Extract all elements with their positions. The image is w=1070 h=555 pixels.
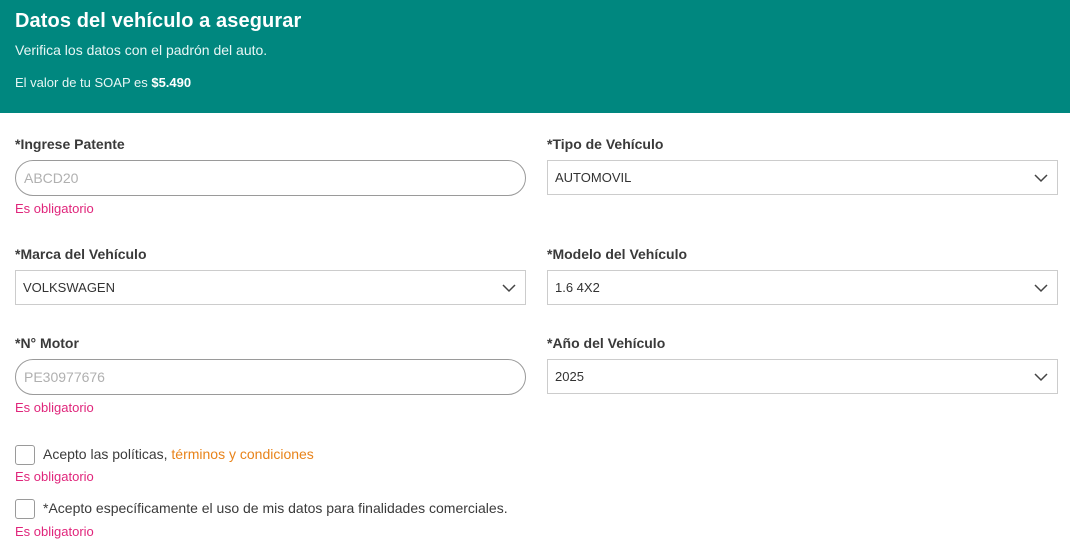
anio-selected-value: 2025	[555, 369, 584, 384]
comerciales-error: Es obligatorio	[15, 524, 94, 539]
anio-select[interactable]: 2025	[547, 359, 1058, 394]
patente-label: *Ingrese Patente	[15, 136, 125, 152]
chevron-down-icon	[1034, 283, 1048, 292]
chevron-down-icon	[1034, 372, 1048, 381]
politicas-label: Acepto las políticas, términos y condici…	[43, 446, 314, 462]
chevron-down-icon	[1034, 173, 1048, 182]
marca-selected-value: VOLKSWAGEN	[23, 280, 115, 295]
comerciales-checkbox[interactable]	[15, 499, 35, 519]
marca-select[interactable]: VOLKSWAGEN	[15, 270, 526, 305]
modelo-label: *Modelo del Vehículo	[547, 246, 688, 262]
patente-input[interactable]	[15, 160, 526, 196]
soap-price-prefix: El valor de tu SOAP es	[15, 75, 148, 90]
modelo-selected-value: 1.6 4X2	[555, 280, 600, 295]
motor-label: *N° Motor	[15, 335, 79, 351]
motor-error: Es obligatorio	[15, 400, 94, 415]
tipo-selected-value: AUTOMOVIL	[555, 170, 632, 185]
terminos-link[interactable]: términos y condiciones	[171, 446, 313, 462]
modelo-select[interactable]: 1.6 4X2	[547, 270, 1058, 305]
patente-error: Es obligatorio	[15, 201, 94, 216]
page-subtitle: Verifica los datos con el padrón del aut…	[15, 42, 268, 58]
politicas-checkbox[interactable]	[15, 445, 35, 465]
motor-input[interactable]	[15, 359, 526, 395]
chevron-down-icon	[502, 283, 516, 292]
anio-label: *Año del Vehículo	[547, 335, 666, 351]
politicas-text: Acepto las políticas,	[43, 446, 168, 462]
soap-price-text: El valor de tu SOAP es $5.490	[15, 75, 191, 90]
page-title: Datos del vehículo a asegurar	[15, 10, 302, 32]
soap-price-value: $5.490	[151, 75, 192, 90]
politicas-error: Es obligatorio	[15, 469, 94, 484]
header-banner: Datos del vehículo a asegurar Verifica l…	[0, 0, 1070, 113]
comerciales-label: *Acepto específicamente el uso de mis da…	[43, 500, 508, 516]
tipo-label: *Tipo de Vehículo	[547, 136, 664, 152]
tipo-select[interactable]: AUTOMOVIL	[547, 160, 1058, 195]
marca-label: *Marca del Vehículo	[15, 246, 147, 262]
